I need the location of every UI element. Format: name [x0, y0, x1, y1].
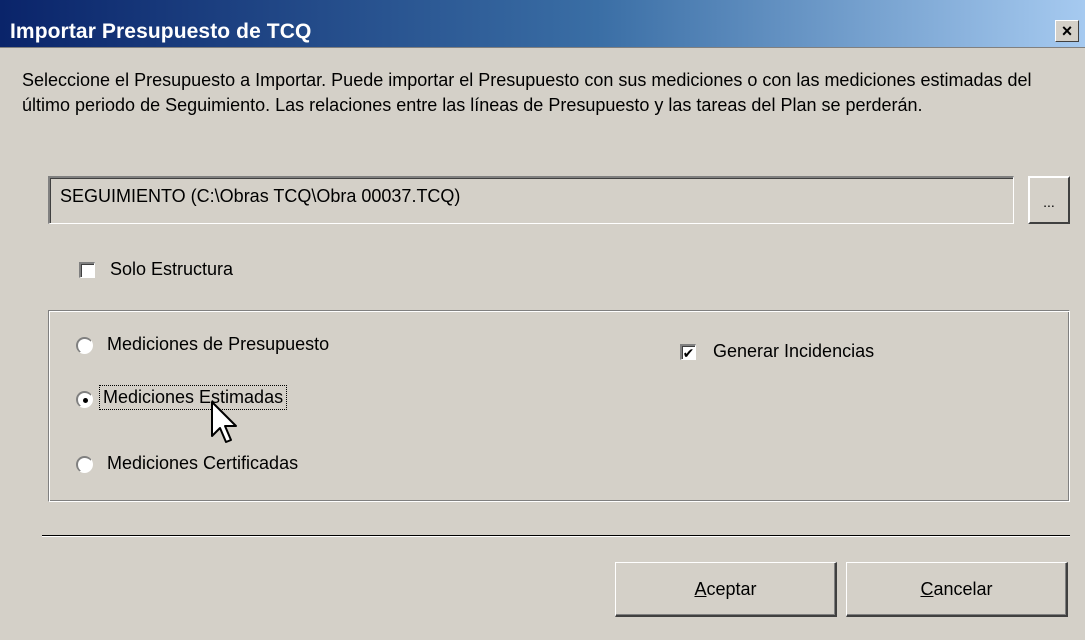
radio-mediciones-estimadas[interactable]: [76, 391, 93, 408]
solo-estructura-label[interactable]: Solo Estructura: [110, 259, 233, 280]
accept-button[interactable]: Aceptar: [615, 562, 837, 617]
separator-line: [42, 535, 1070, 537]
radio-selected-dot: [82, 397, 88, 403]
accept-mnemonic: A: [694, 578, 707, 599]
mediciones-presupuesto-label[interactable]: Mediciones de Presupuesto: [107, 334, 329, 355]
close-icon: ×: [1061, 21, 1073, 41]
radio-mediciones-certificadas[interactable]: [76, 456, 93, 473]
description-text: Seleccione el Presupuesto a Importar. Pu…: [22, 70, 1032, 115]
import-budget-dialog: Importar Presupuesto de TCQ × Seleccione…: [0, 0, 1085, 640]
generar-incidencias-checkbox[interactable]: ✔: [680, 344, 696, 360]
budget-path-field[interactable]: SEGUIMIENTO (C:\Obras TCQ\Obra 00037.TCQ…: [48, 176, 1014, 224]
generar-incidencias-label[interactable]: Generar Incidencias: [713, 341, 874, 362]
solo-estructura-checkbox[interactable]: [79, 262, 95, 278]
close-button[interactable]: ×: [1055, 20, 1079, 42]
browse-button[interactable]: ...: [1028, 176, 1070, 224]
radio-mediciones-presupuesto[interactable]: [76, 337, 93, 354]
cancel-label: ancelar: [933, 578, 993, 599]
mouse-pointer-icon: [211, 401, 237, 443]
title-bar[interactable]: Importar Presupuesto de TCQ ×: [0, 0, 1085, 48]
cancel-mnemonic: C: [920, 578, 934, 599]
ellipsis-icon: ...: [1043, 194, 1055, 210]
checkmark-icon: ✔: [682, 344, 695, 361]
mediciones-estimadas-label[interactable]: Mediciones Estimadas: [98, 385, 288, 410]
mediciones-certificadas-label[interactable]: Mediciones Certificadas: [107, 453, 298, 474]
window-title: Importar Presupuesto de TCQ: [10, 20, 312, 43]
accept-label: ceptar: [706, 578, 757, 599]
cancel-button[interactable]: Cancelar: [846, 562, 1068, 617]
